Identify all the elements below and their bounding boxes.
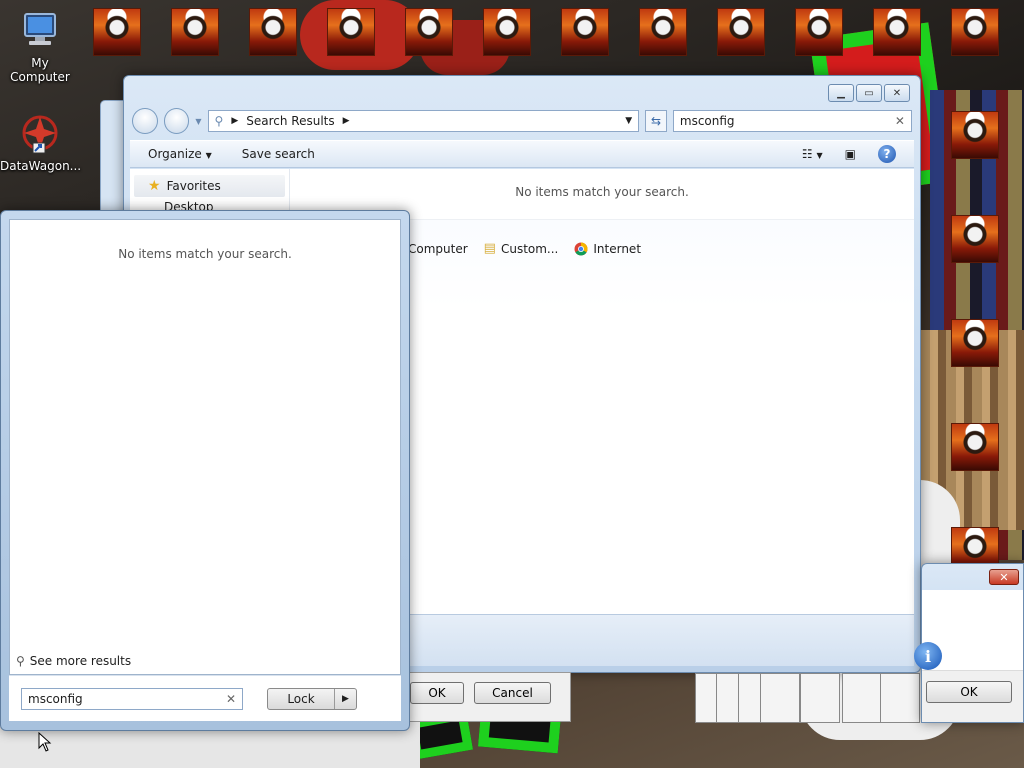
stacked-window	[842, 673, 882, 723]
nav-item-favorites[interactable]: ★ Favorites	[134, 175, 285, 197]
caption-buttons: ▁ ▭ ✕	[828, 84, 910, 102]
close-button[interactable]: ✕	[989, 569, 1019, 585]
desktop-icon-datawagon[interactable]: DataWagon...	[0, 113, 82, 173]
search-again-locations: Computer ▤ Custom... Internet	[408, 241, 641, 256]
search-bar-area: msconfig ✕ Lock ▶	[9, 675, 401, 721]
nav-item-label: Favorites	[166, 179, 221, 193]
forward-button[interactable]	[163, 108, 190, 134]
back-button[interactable]	[132, 108, 158, 134]
help-icon[interactable]: ?	[878, 145, 896, 163]
save-search-button[interactable]: Save search	[242, 147, 315, 161]
refresh-button[interactable]: ⇆	[645, 110, 667, 132]
mouse-cursor-icon	[38, 732, 52, 752]
stacked-window	[880, 673, 920, 723]
datawagon-icon	[22, 115, 58, 154]
desktop-icon-label: DataWagon...	[0, 159, 82, 173]
desktop-icon-label: My Computer	[10, 56, 70, 84]
maximize-button[interactable]: ▭	[856, 84, 882, 102]
search-location-label: Internet	[593, 241, 642, 256]
stacked-window	[760, 673, 800, 723]
folder-icon: ▤	[483, 241, 496, 256]
recent-pages-icon[interactable]: ▼	[195, 117, 201, 126]
desktop-icon-my-computer[interactable]: My Computer	[0, 10, 80, 84]
breadcrumb-arrow-icon: ▶	[231, 116, 239, 126]
stacked-window	[800, 673, 840, 723]
search-location-computer[interactable]: Computer	[408, 242, 468, 256]
lock-button[interactable]: Lock ▶	[267, 688, 357, 710]
computer-icon	[24, 13, 56, 45]
cancel-button[interactable]: Cancel	[474, 682, 551, 704]
dialog-footer: OK Cancel	[405, 672, 571, 722]
search-location-label: Custom...	[500, 241, 559, 256]
wallpaper-shape	[300, 0, 420, 70]
see-more-results-link[interactable]: ⚲ See more results	[16, 654, 131, 668]
wallpaper-shape	[420, 20, 510, 75]
chrome-icon	[574, 242, 588, 255]
clear-search-icon[interactable]: ✕	[226, 692, 236, 706]
search-value: msconfig	[679, 114, 735, 128]
search-location-internet[interactable]: Internet	[574, 242, 641, 256]
minimize-button[interactable]: ▁	[828, 84, 854, 102]
info-icon: i	[914, 642, 942, 670]
search-location-custom[interactable]: ▤ Custom...	[484, 241, 559, 256]
clear-search-icon[interactable]: ✕	[895, 114, 905, 128]
message-box: ✕ i OK	[914, 563, 1024, 723]
search-value: msconfig	[28, 692, 83, 706]
views-button[interactable]: ☷ ▼	[802, 147, 823, 161]
search-location-label: Computer	[408, 241, 468, 256]
ok-button[interactable]: OK	[410, 682, 464, 704]
ok-button[interactable]: OK	[926, 681, 1012, 703]
chevron-right-icon[interactable]: ▶	[334, 689, 356, 709]
see-more-label: See more results	[29, 654, 132, 668]
search-results-list: No items match your search. ⚲ See more r…	[9, 219, 401, 675]
navigation-bar: ▼ ⚲ ▶ Search Results ▶ ▼ ⇆ msconfig ✕	[132, 108, 912, 134]
message-footer: OK	[922, 670, 1023, 722]
organize-button[interactable]: Organize ▼	[148, 147, 212, 161]
background-window	[100, 100, 124, 220]
star-icon: ★	[148, 178, 161, 194]
lock-button-label: Lock	[287, 692, 315, 706]
message-body: i OK	[914, 590, 1023, 722]
breadcrumb-arrow-icon: ▶	[342, 116, 350, 126]
search-icon: ⚲	[16, 654, 25, 668]
address-dropdown-icon[interactable]: ▼	[625, 116, 632, 126]
breadcrumb-search-results[interactable]: Search Results	[246, 114, 334, 128]
start-search-input[interactable]: msconfig ✕	[21, 688, 243, 710]
start-search-panel: No items match your search. ⚲ See more r…	[0, 210, 410, 731]
address-bar[interactable]: ⚲ ▶ Search Results ▶ ▼	[207, 110, 640, 132]
search-icon: ⚲	[214, 114, 224, 128]
no-results-message: No items match your search.	[515, 185, 689, 199]
no-results-message: No items match your search.	[118, 247, 292, 261]
close-button[interactable]: ✕	[884, 84, 910, 102]
preview-pane-icon[interactable]: ▣	[845, 147, 856, 161]
search-input[interactable]: msconfig ✕	[672, 110, 912, 132]
command-bar: Organize ▼ Save search ☷ ▼ ▣ ?	[130, 140, 914, 168]
